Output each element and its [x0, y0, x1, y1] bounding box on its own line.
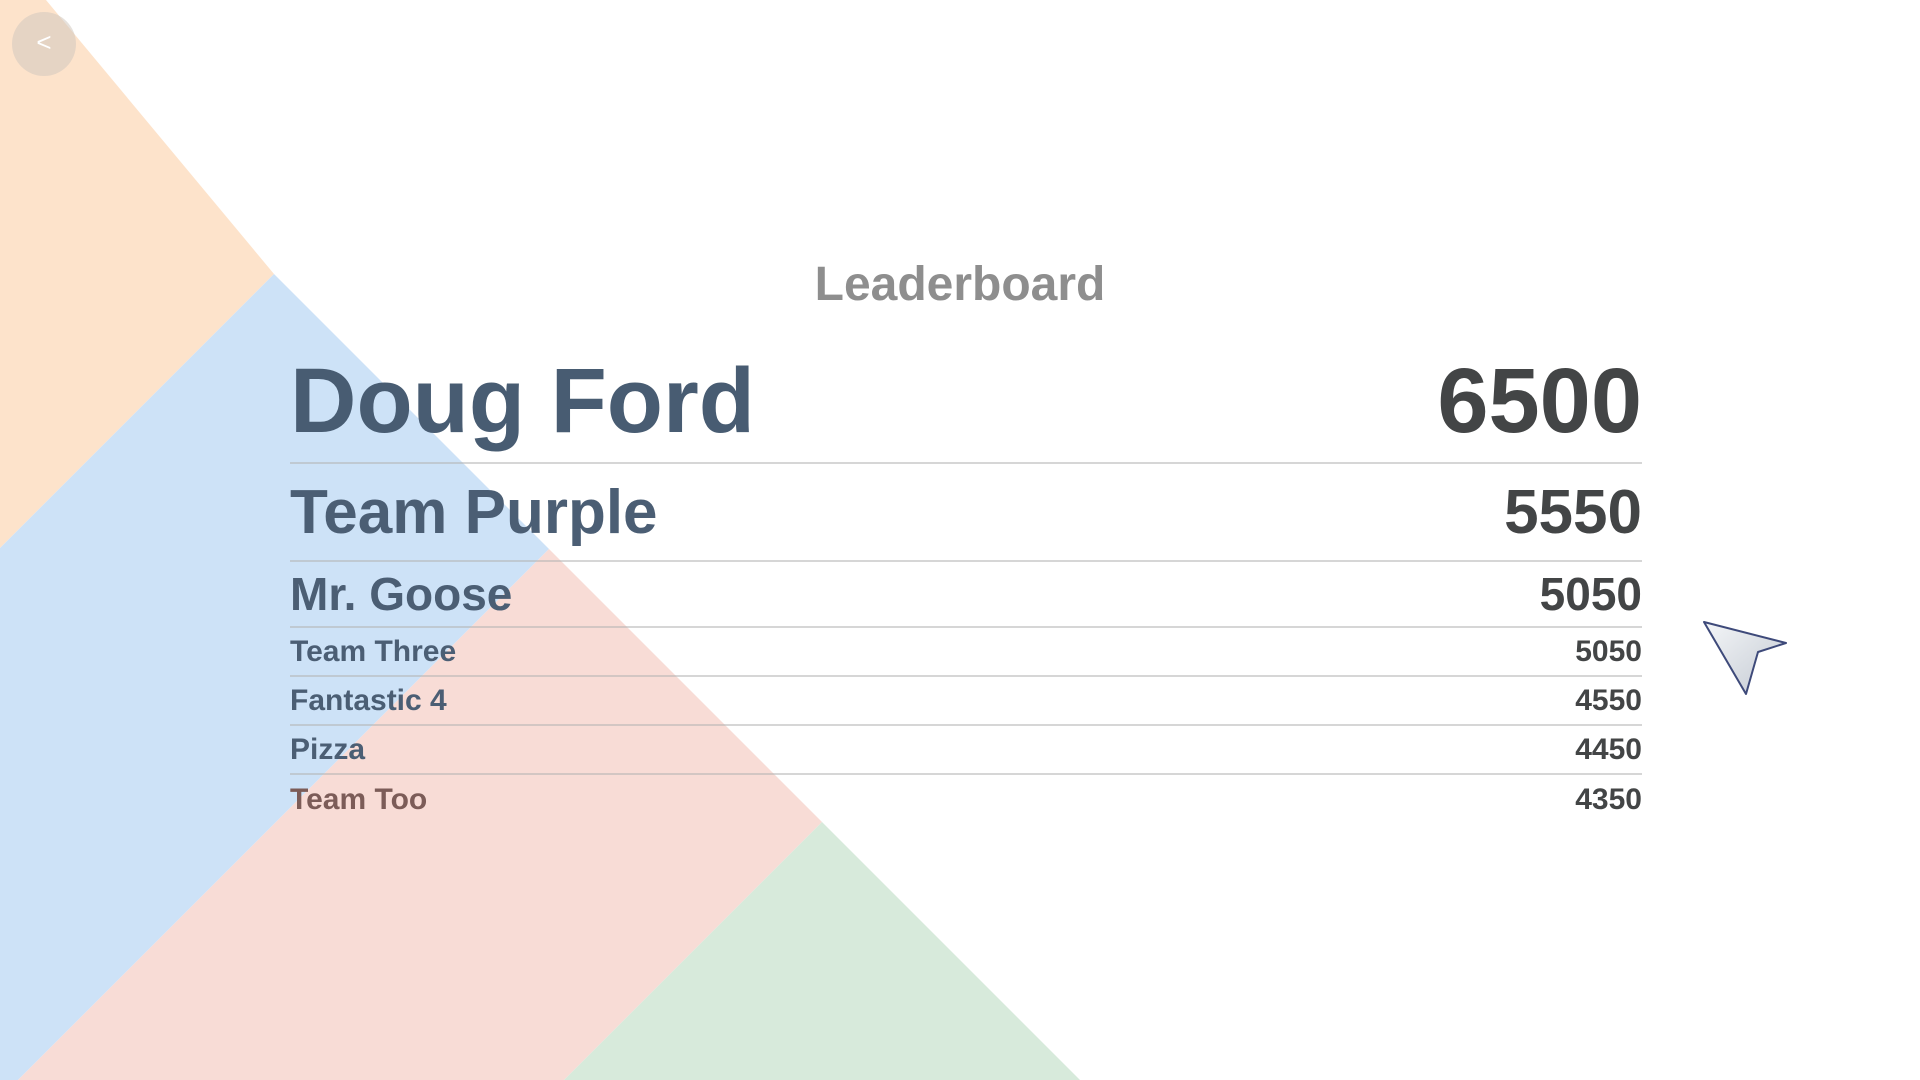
team-score: 6500	[1437, 349, 1642, 452]
team-name: Pizza	[290, 732, 366, 766]
leaderboard-row: Team Too 4350	[290, 775, 1642, 824]
team-score: 4350	[1575, 782, 1642, 816]
team-score: 4450	[1575, 732, 1642, 766]
team-score: 4550	[1575, 683, 1642, 717]
team-name: Doug Ford	[290, 349, 755, 452]
leaderboard-row: Team Purple 5550	[290, 464, 1642, 562]
chevron-left-icon: <	[36, 27, 52, 57]
back-button[interactable]: <	[12, 12, 76, 76]
team-score: 5050	[1575, 634, 1642, 668]
team-name: Team Purple	[290, 477, 658, 547]
arrow-cursor-icon	[1703, 621, 1787, 695]
leaderboard-table: Doug Ford 6500 Team Purple 5550 Mr. Goos…	[290, 340, 1642, 824]
team-name: Team Three	[290, 634, 457, 668]
team-name: Mr. Goose	[290, 568, 513, 620]
team-score: 5550	[1504, 477, 1642, 547]
team-score: 5050	[1539, 568, 1642, 620]
leaderboard-row: Pizza 4450	[290, 726, 1642, 775]
leaderboard-row: Doug Ford 6500	[290, 340, 1642, 464]
leaderboard-row: Team Three 5050	[290, 628, 1642, 677]
team-name: Team Too	[290, 782, 428, 816]
page-title: Leaderboard	[814, 258, 1106, 311]
leaderboard-row: Mr. Goose 5050	[290, 562, 1642, 628]
team-name: Fantastic 4	[290, 683, 447, 717]
leaderboard-page: < Leaderboard Doug Ford 6500 Team Purple…	[0, 0, 1920, 1080]
leaderboard-row: Fantastic 4 4550	[290, 677, 1642, 726]
